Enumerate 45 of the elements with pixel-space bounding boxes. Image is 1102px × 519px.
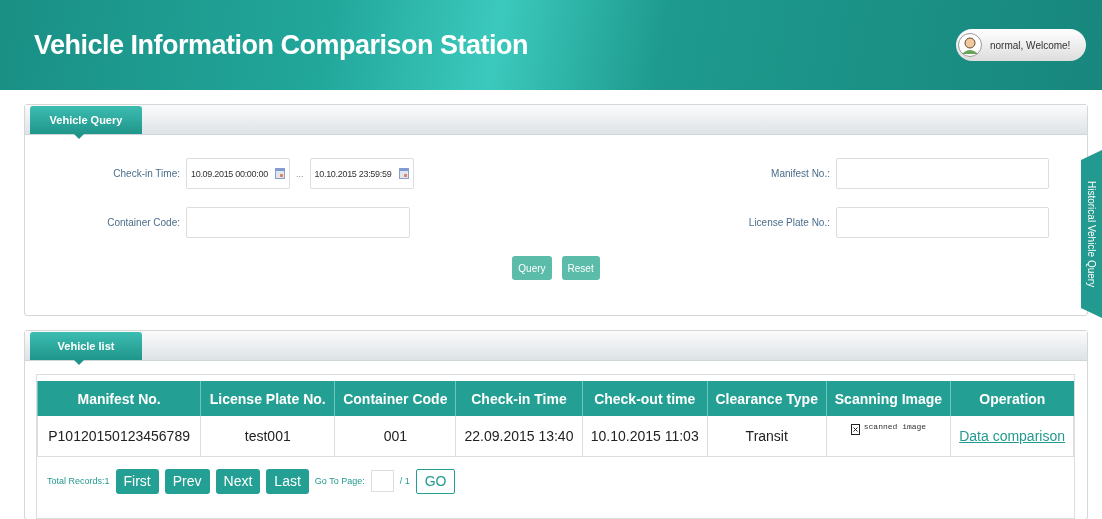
tab-pointer-icon (74, 360, 84, 365)
calendar-icon[interactable] (275, 168, 285, 179)
table-cell: P10120150123456789 (37, 416, 201, 456)
query-button[interactable]: Query (512, 256, 552, 280)
calendar-icon[interactable] (398, 168, 409, 179)
tab-pointer-icon (74, 134, 84, 139)
page-count: / 1 (399, 476, 410, 486)
field-label: Manifest No.: (770, 168, 830, 179)
input-field[interactable] (186, 207, 410, 238)
go-to-page-label: Go To Page: (314, 476, 365, 486)
user-avatar-icon (958, 33, 982, 57)
column-header: Check-in Time (455, 381, 583, 416)
column-header: Operation (950, 381, 1074, 416)
page-input[interactable] (370, 470, 394, 492)
page-button[interactable]: Last (266, 468, 309, 494)
column-header: Container Code (334, 381, 456, 416)
broken-image-icon (850, 424, 860, 435)
field-label: Container Code: (106, 217, 180, 228)
table-cell: 10.10.2015 11:03 (582, 416, 708, 456)
table-cell: 001 (334, 416, 456, 456)
column-header: Check-out time (582, 381, 708, 416)
column-header: Manifest No. (37, 381, 201, 416)
table-cell: Transit (707, 416, 827, 456)
page-button[interactable]: Prev (164, 468, 210, 494)
field-label: License Plate No.: (747, 217, 830, 228)
page-button[interactable]: Next (215, 468, 261, 494)
input-field[interactable] (836, 207, 1049, 238)
column-header: License Plate No. (200, 381, 335, 416)
page-button[interactable]: First (115, 468, 159, 494)
field-label: Check-in Time: (112, 168, 180, 179)
app-title: Vehicle Information Comparison Station (34, 29, 529, 61)
query-button[interactable]: Reset (561, 256, 600, 280)
go-button[interactable]: GO (415, 468, 456, 494)
column-header: Scanning Image (826, 381, 951, 416)
range-separator: ... (296, 168, 304, 179)
image-caption: scanned image (863, 422, 927, 431)
date-field[interactable]: 10.09.2015 00:00:00 (186, 158, 290, 189)
date-field[interactable]: 10.10.2015 23:59:59 (309, 158, 414, 189)
column-header: Clearance Type (707, 381, 827, 416)
total-records: Total Records:1 (47, 476, 110, 486)
user-badge[interactable]: normal, Welcome! (956, 29, 1086, 61)
input-field[interactable] (836, 158, 1049, 189)
table-cell: test001 (200, 416, 335, 456)
side-tab[interactable]: Historical Vehicle Query (1081, 150, 1102, 318)
table-cell: 22.09.2015 13:40 (455, 416, 583, 456)
